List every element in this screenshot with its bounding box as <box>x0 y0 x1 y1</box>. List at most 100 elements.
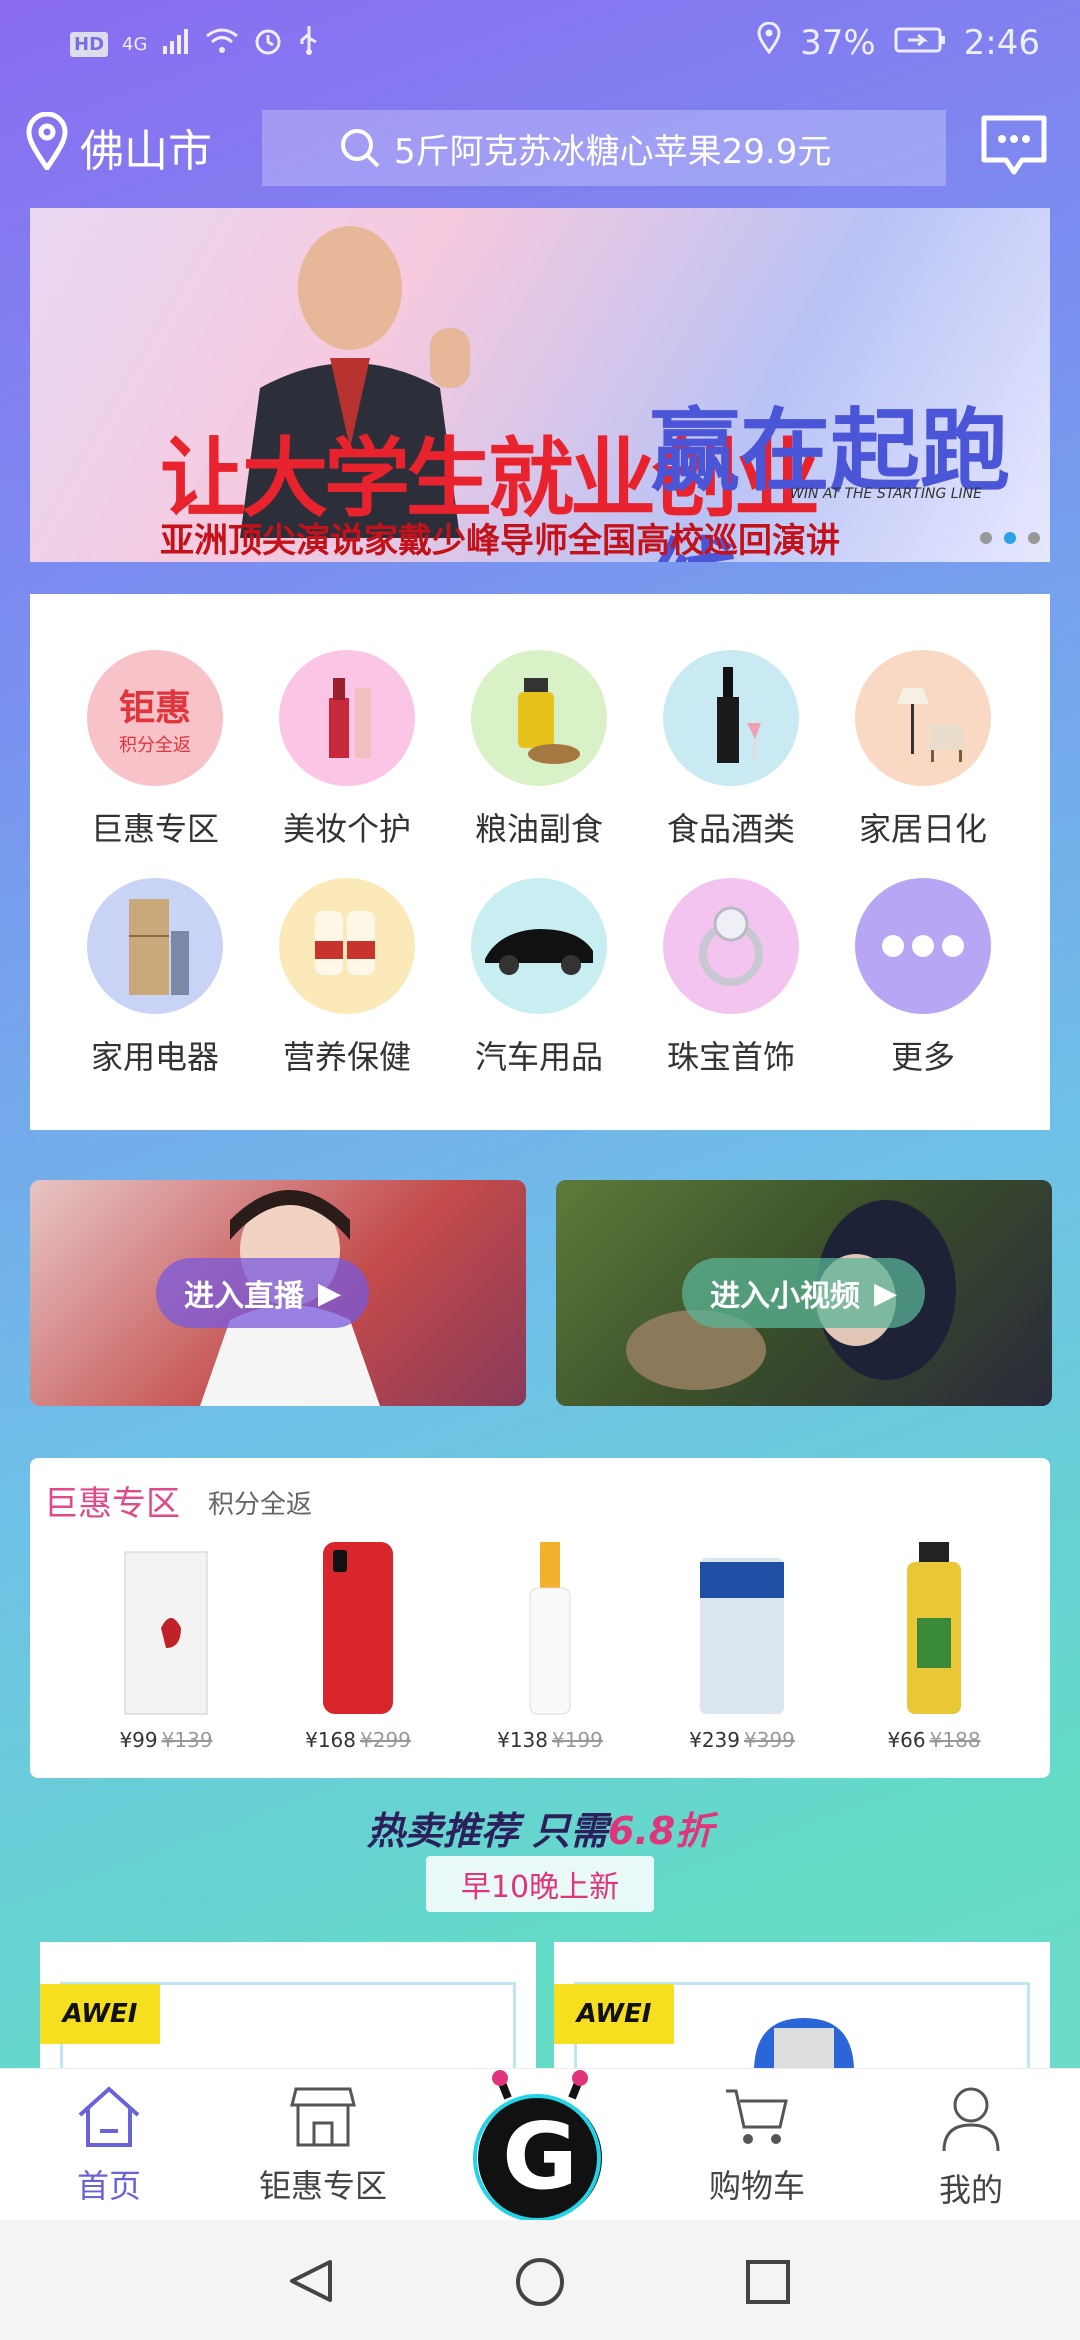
g-logo-icon: G <box>473 2070 602 2222</box>
product-item[interactable]: ¥66 ¥188 <box>854 1538 1014 1752</box>
alarm-icon <box>253 25 283 65</box>
short-video-tile[interactable]: 进入小视频 ▶ <box>556 1180 1052 1406</box>
city-selector[interactable]: 佛山市 <box>26 111 212 181</box>
speaker-product-image <box>754 2018 854 2072</box>
category-auto[interactable]: 汽车用品 <box>454 878 624 1078</box>
category-grain-oil[interactable]: 粮油副食 <box>454 650 624 850</box>
phone-case-product-image <box>293 1538 423 1718</box>
fridge-icon <box>87 878 223 1014</box>
banner-caption: 亚洲顶尖演说家戴少峰导师全国高校巡回演讲 <box>160 521 840 561</box>
product-item[interactable]: ¥168 ¥299 <box>278 1538 438 1752</box>
product-price: ¥99 ¥139 <box>119 1728 213 1752</box>
message-icon <box>978 115 1050 186</box>
banner-carousel[interactable]: 让大学生就业创业 赢在起跑线 WIN AT THE STARTING LINE … <box>30 208 1050 562</box>
category-label: 汽车用品 <box>474 1038 603 1076</box>
battery-icon <box>894 23 946 63</box>
cart-icon <box>722 2089 792 2153</box>
status-bar: HD 4G 37% 2:46 <box>0 0 1080 90</box>
wifi-icon <box>205 25 239 65</box>
nav-cart[interactable]: 购物车 <box>672 2083 842 2207</box>
product-price: ¥239 ¥399 <box>689 1728 795 1752</box>
product-price: ¥66 ¥188 <box>887 1728 981 1752</box>
ring-icon <box>663 878 799 1014</box>
usb-icon <box>297 24 321 65</box>
signal-bars-icon <box>161 25 191 65</box>
store-icon <box>288 2087 358 2153</box>
nav-deals[interactable]: 钜惠专区 <box>238 2083 408 2207</box>
search-icon <box>338 126 382 179</box>
banner-english: WIN AT THE STARTING LINE <box>790 486 982 502</box>
enter-live-button[interactable]: 进入直播 ▶ <box>156 1258 370 1328</box>
category-nutrition[interactable]: 营养保健 <box>262 878 432 1078</box>
category-label: 食品酒类 <box>666 810 795 848</box>
nutrition-bottles-icon <box>279 878 415 1014</box>
category-appliances[interactable]: 家用电器 <box>70 878 240 1078</box>
system-nav-bar <box>0 2220 1080 2340</box>
live-stream-tile[interactable]: 进入直播 ▶ <box>30 1180 526 1406</box>
new-arrivals-badge[interactable]: 早10晚上新 <box>426 1856 654 1912</box>
product-item[interactable]: ¥239 ¥399 <box>662 1538 822 1752</box>
product-card[interactable]: AWEI <box>554 1942 1050 2082</box>
product-item[interactable]: ¥138 ¥199 <box>470 1538 630 1752</box>
nav-me-label: 我的 <box>938 2171 1003 2209</box>
clock: 2:46 <box>963 22 1040 63</box>
user-icon <box>936 2087 1006 2157</box>
home-icon <box>74 2086 144 2153</box>
recents-icon[interactable] <box>744 2258 792 2310</box>
play-icon: ▶ <box>874 1275 898 1311</box>
hd-icon: HD <box>70 32 109 57</box>
category-home[interactable]: 家居日化 <box>838 650 1008 850</box>
category-food-wine[interactable]: 食品酒类 <box>646 650 816 850</box>
product-item[interactable]: ¥99 ¥139 <box>86 1538 246 1752</box>
home-circle-icon[interactable] <box>514 2256 566 2312</box>
wine-bottle-icon <box>663 650 799 786</box>
hot-recommend-title: 热卖推荐 只需6.8折 <box>0 1800 1080 1855</box>
nav-cart-label: 购物车 <box>708 2167 805 2205</box>
location-status-icon <box>756 21 782 63</box>
category-label: 珠宝首饰 <box>666 1038 795 1076</box>
category-beauty[interactable]: 美妆个护 <box>262 650 432 850</box>
category-label: 家用电器 <box>90 1038 219 1076</box>
battery-percent: 37% <box>800 22 876 63</box>
carousel-dot-active[interactable] <box>1004 532 1016 544</box>
product-card[interactable]: AWEI <box>40 1942 536 2082</box>
status-right: 37% 2:46 <box>756 21 1040 63</box>
brand-logo: AWEI <box>554 1984 674 2044</box>
category-jewelry[interactable]: 珠宝首饰 <box>646 878 816 1078</box>
svg-text:G: G <box>502 2103 578 2210</box>
carousel-dots <box>980 532 1040 544</box>
nav-home[interactable]: 首页 <box>24 2083 194 2207</box>
message-button[interactable] <box>978 110 1050 182</box>
deal-section: 巨惠专区 积分全返 ¥99 ¥139 ¥168 ¥299 ¥138 ¥199 ¥239… <box>30 1458 1050 1778</box>
search-placeholder: 5斤阿克苏冰糖心苹果29.9元 <box>394 131 832 172</box>
product-price: ¥168 ¥299 <box>305 1728 411 1752</box>
serum-product-image <box>485 1538 615 1718</box>
earphone-product-image <box>101 1538 231 1718</box>
nav-deals-label: 钜惠专区 <box>258 2167 387 2205</box>
category-more[interactable]: 更多 <box>838 878 1008 1078</box>
car-icon <box>471 878 607 1014</box>
back-icon[interactable] <box>286 2256 336 2310</box>
status-left: HD 4G <box>70 24 321 65</box>
lamp-chair-icon <box>855 650 991 786</box>
play-icon: ▶ <box>318 1275 342 1311</box>
deals-badge-icon: 钜惠 积分全返 <box>87 650 223 786</box>
hot-title-accent: 6.8折 <box>607 1809 714 1853</box>
category-label: 更多 <box>890 1038 955 1076</box>
carousel-dot[interactable] <box>1028 532 1040 544</box>
carousel-dot[interactable] <box>980 532 992 544</box>
category-deals[interactable]: 钜惠 积分全返 巨惠专区 <box>70 650 240 850</box>
category-label: 巨惠专区 <box>90 810 219 848</box>
oil-bottle-icon <box>471 650 607 786</box>
nav-me[interactable]: 我的 <box>886 2083 1056 2211</box>
search-bar[interactable]: 5斤阿克苏冰糖心苹果29.9元 <box>262 110 946 186</box>
hot-title-prefix: 热卖推荐 只需 <box>366 1809 608 1853</box>
center-app-button[interactable]: G <box>470 2068 610 2228</box>
oil-product-image <box>869 1538 999 1718</box>
category-label: 家居日化 <box>858 810 987 848</box>
formula-can-product-image <box>677 1538 807 1718</box>
deal-section-subtitle: 积分全返 <box>208 1490 313 1520</box>
enter-video-button[interactable]: 进入小视频 ▶ <box>682 1258 926 1328</box>
lipstick-icon <box>279 650 415 786</box>
deal-section-title[interactable]: 巨惠专区 <box>44 1476 180 1525</box>
